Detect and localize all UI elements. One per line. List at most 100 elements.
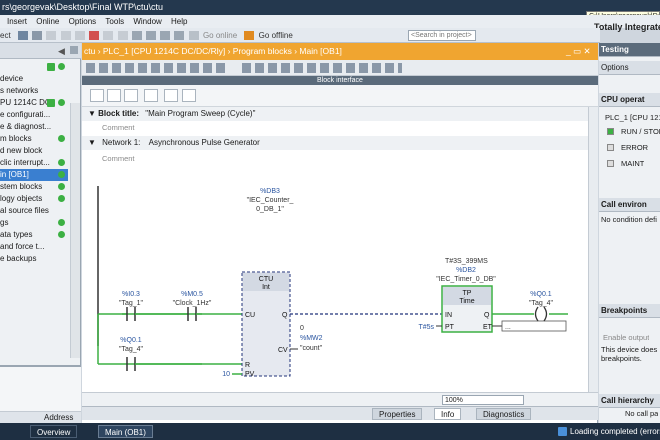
menu-window[interactable]: Window <box>133 17 161 26</box>
no-call-path-text: No call pa <box>625 409 659 418</box>
brand-label: Totally Integrated <box>594 22 660 32</box>
menu-insert[interactable]: Insert <box>7 17 27 26</box>
testing-header[interactable]: Testing <box>599 43 660 57</box>
tree-item[interactable]: e & diagnost... <box>0 121 68 133</box>
tp-timer-block[interactable]: T#3S_399MS %DB2 "IEC_Timer_0_DB" TP Time… <box>436 258 496 333</box>
redo-icon[interactable] <box>117 31 128 41</box>
tab-properties[interactable]: Properties <box>372 408 423 420</box>
editor-breadcrumb: ctu › PLC_1 [CPU 1214C DC/DC/Rly] › Prog… <box>82 43 598 60</box>
editor-tool-icons-2[interactable] <box>242 63 402 73</box>
main-toolbar: ect Go online Go offline <box>0 28 600 43</box>
coil-addr: %Q0.1 <box>530 291 552 298</box>
contact2-tag: "Clock_1Hz" <box>173 300 212 307</box>
enable-output-checkbox[interactable]: Enable output <box>603 333 649 342</box>
copy-icon[interactable] <box>60 31 71 41</box>
editor-toolbar <box>82 60 598 76</box>
tree-item[interactable]: device <box>0 73 68 85</box>
online-status-icon <box>58 159 65 166</box>
network-label: Network 1: <box>102 138 141 147</box>
no-contact-icon[interactable] <box>90 89 104 102</box>
block-title-value[interactable]: "Main Program Sweep (Cycle)" <box>145 109 255 118</box>
ctu-db-addr: %DB3 <box>260 188 280 195</box>
download-icon[interactable] <box>146 31 157 41</box>
contact-tag-4[interactable]: %Q0.1 "Tag_4" <box>119 337 144 371</box>
tree-item[interactable]: al source files <box>0 205 68 217</box>
undo-icon[interactable] <box>103 31 114 41</box>
check-status-icon <box>47 63 55 71</box>
collapse-arrow-icon[interactable]: ◀ <box>58 46 65 57</box>
tab-diagnostics[interactable]: Diagnostics <box>476 408 532 420</box>
network-collapse-icon[interactable]: ▼ <box>88 138 98 147</box>
overview-tab[interactable]: Overview <box>30 425 78 438</box>
ladder-rung: %I0.3 "Tag_1" %M0.5 "Clock_1Hz" %Q0.1 "T… <box>97 186 568 378</box>
call-environment-header[interactable]: Call environ <box>599 198 660 212</box>
ctu-counter-block[interactable]: 0 %DB3 "IEC_Counter_ 0_DB_1" CTU Int CU … <box>241 186 294 378</box>
tp-pt-value[interactable]: T#5s <box>418 324 434 331</box>
main-ob1-tab[interactable]: Main (OB1) <box>98 425 153 438</box>
coil-icon[interactable] <box>124 89 138 102</box>
compile-icon[interactable] <box>131 31 142 41</box>
error-label: ERROR <box>621 143 649 152</box>
menu-help[interactable]: Help <box>171 17 187 26</box>
project-search-input[interactable]: <Search in project> <box>408 30 476 41</box>
delete-icon[interactable] <box>89 31 100 41</box>
tree-item[interactable]: e configurati... <box>0 109 68 121</box>
collapse-icon[interactable]: ▼ <box>88 109 98 118</box>
paste-icon[interactable] <box>74 31 85 41</box>
menu-options[interactable]: Options <box>69 17 97 26</box>
go-online-icon[interactable] <box>188 31 199 41</box>
tp-type: Time <box>459 298 474 305</box>
tree-scrollbar[interactable] <box>70 103 80 358</box>
contact1-tag: "Tag_1" <box>119 300 144 307</box>
status-check-icon <box>558 427 567 436</box>
simulation-icon[interactable] <box>174 31 185 41</box>
contact3-tag: "Tag_4" <box>119 346 144 353</box>
network-title[interactable]: Asynchronous Pulse Generator <box>149 138 260 147</box>
options-header[interactable]: Options <box>599 61 660 75</box>
tree-item[interactable]: e backups <box>0 253 68 265</box>
upload-icon[interactable] <box>160 31 171 41</box>
call-hierarchy-header[interactable]: Call hierarchy <box>599 394 660 408</box>
save-icon[interactable] <box>17 31 28 41</box>
ctu-cv-addr: %MW2 <box>300 335 323 342</box>
pin-icon[interactable] <box>70 46 78 54</box>
go-offline-button[interactable]: Go offline <box>259 28 293 43</box>
empty-box-icon[interactable] <box>144 89 158 102</box>
tree-item[interactable]: and force t... <box>0 241 68 253</box>
contact-tag-1[interactable]: %I0.3 "Tag_1" <box>119 291 144 321</box>
tp-pin-q: Q <box>484 312 490 319</box>
tp-name: TP <box>463 290 472 297</box>
zoom-select[interactable]: 100% <box>442 395 524 405</box>
check-status-icon <box>47 99 55 107</box>
breakpoints-header[interactable]: Breakpoints <box>599 304 660 318</box>
menu-tools[interactable]: Tools <box>105 17 124 26</box>
tree-item[interactable]: s networks <box>0 85 68 97</box>
editor-scrollbar[interactable] <box>588 107 598 392</box>
close-branch-icon[interactable] <box>182 89 196 102</box>
tab-info[interactable]: Info <box>434 408 462 420</box>
go-online-button[interactable]: Go online <box>203 28 237 43</box>
print-icon[interactable] <box>32 31 43 41</box>
tp-et-field[interactable] <box>501 320 567 332</box>
device-message-1: This device does <box>601 345 658 354</box>
open-branch-icon[interactable] <box>164 89 178 102</box>
cpu-operator-panel-header[interactable]: CPU operat <box>599 93 660 107</box>
network-comment[interactable]: Comment <box>102 154 135 163</box>
tree-item[interactable]: d new block <box>0 145 68 157</box>
ctu-cv-num: 0 <box>300 325 304 332</box>
block-interface-bar[interactable]: Block interface <box>82 76 598 85</box>
menu-online[interactable]: Online <box>36 17 59 26</box>
nc-contact-icon[interactable] <box>107 89 121 102</box>
online-status-icon <box>58 219 65 226</box>
cut-icon[interactable] <box>46 31 57 41</box>
go-offline-icon[interactable] <box>244 31 255 41</box>
tp-pin-et: ET <box>483 324 493 331</box>
contact-clock-1hz[interactable]: %M0.5 "Clock_1Hz" <box>173 291 212 321</box>
coil-tag-4[interactable]: %Q0.1 "Tag_4" <box>529 291 554 322</box>
block-comment[interactable]: Comment <box>102 123 135 132</box>
contact2-addr: %M0.5 <box>181 291 203 298</box>
window-controls[interactable]: _ ▭ ✕ <box>566 43 591 60</box>
ctu-pv-value[interactable]: 10 <box>222 371 230 378</box>
menu-bar: Insert Online Options Tools Window Help <box>0 15 660 28</box>
editor-tool-icons[interactable] <box>86 63 226 73</box>
